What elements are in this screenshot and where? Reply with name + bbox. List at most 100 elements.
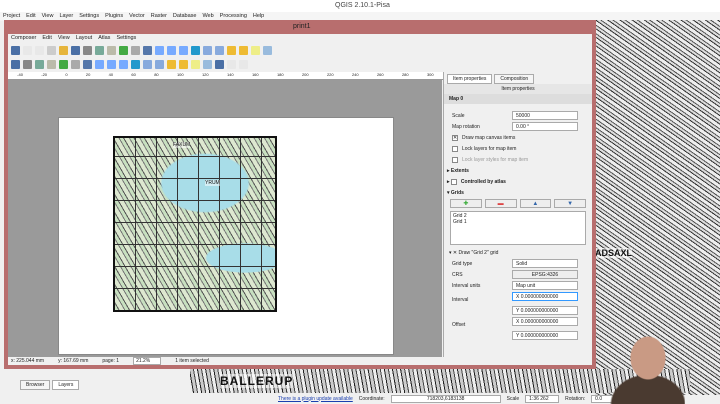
- ruler-tick: -20: [41, 72, 48, 77]
- grid-list[interactable]: Grid 2 Grid 1: [450, 211, 586, 245]
- ruler-tick: 220: [326, 72, 334, 77]
- menu-item[interactable]: Settings: [116, 34, 136, 43]
- grid-type-select[interactable]: Solid: [512, 259, 578, 268]
- menu-item[interactable]: View: [58, 34, 70, 43]
- zoom-select[interactable]: 21.2%: [133, 357, 162, 365]
- toolbar-icon[interactable]: [71, 59, 80, 69]
- ruler-tick: -40: [17, 72, 23, 77]
- composer-title-bar[interactable]: print1: [8, 20, 592, 34]
- toolbar-icon[interactable]: [23, 45, 32, 55]
- toolbar-icon[interactable]: [239, 59, 248, 69]
- menu-item[interactable]: Edit: [42, 34, 51, 43]
- draw-grid-label[interactable]: Draw "Grid 2" grid: [458, 250, 498, 256]
- toolbar-icon[interactable]: [119, 45, 128, 55]
- toolbar-icon[interactable]: [143, 59, 152, 69]
- toolbar-icon[interactable]: [155, 45, 164, 55]
- toolbar-icon[interactable]: [11, 59, 20, 69]
- toolbar-icon[interactable]: [35, 59, 44, 69]
- ruler-tick: 40: [108, 72, 114, 77]
- toolbar-icon[interactable]: [71, 45, 80, 55]
- grids-group[interactable]: ▾ Grids: [444, 187, 592, 198]
- toolbar-icon[interactable]: [203, 59, 212, 69]
- offset-y-input[interactable]: Y 0.000000000000: [512, 331, 578, 340]
- toolbar-icon[interactable]: [215, 45, 224, 55]
- toolbar-icon[interactable]: [251, 45, 260, 55]
- presenter-webcam: [610, 330, 685, 404]
- toolbar-icon[interactable]: [59, 59, 68, 69]
- toolbar-icon[interactable]: [167, 59, 176, 69]
- toolbar-icon[interactable]: [95, 59, 104, 69]
- rotation-label: Map rotation: [452, 123, 480, 130]
- atlas-group[interactable]: ▸ Controlled by atlas: [444, 176, 592, 187]
- list-item[interactable]: Grid 1: [453, 219, 583, 225]
- map-item[interactable]: FAXUM YRUM: [113, 136, 277, 312]
- add-grid-button[interactable]: ✚: [450, 199, 482, 208]
- scale-field[interactable]: 1:36 262: [525, 394, 560, 403]
- toolbar-icon[interactable]: [227, 45, 236, 55]
- scale-label: Scale: [506, 395, 520, 402]
- toolbar-icon[interactable]: [179, 45, 188, 55]
- toolbar-icon[interactable]: [191, 59, 200, 69]
- offset-x-input[interactable]: X 0.000000000000: [512, 317, 578, 326]
- tab-browser[interactable]: Browser: [20, 380, 51, 390]
- draw-canvas-checkbox[interactable]: ✕: [452, 134, 458, 141]
- item-properties-panel: Item properties Composition Item propert…: [443, 72, 592, 357]
- interval-y-input[interactable]: Y 0.000000000000: [512, 306, 578, 315]
- lock-styles-checkbox[interactable]: [452, 156, 458, 163]
- coordinate-field[interactable]: 718203,6183138: [390, 394, 501, 403]
- toolbar-icon[interactable]: [167, 45, 176, 55]
- ruler-tick: 20: [85, 72, 91, 77]
- toolbar-icon[interactable]: [107, 59, 116, 69]
- composer-window: print1 Composer Edit View Layout Atlas Settin…: [4, 20, 596, 369]
- interval-units-label: Interval units: [452, 282, 481, 289]
- interval-x-input[interactable]: X 0.000000000000: [512, 292, 578, 301]
- ruler-tick: 160: [251, 72, 259, 77]
- toolbar-icon[interactable]: [107, 45, 116, 55]
- toolbar-icon[interactable]: [239, 45, 248, 55]
- move-grid-up-button[interactable]: ▲: [519, 199, 552, 208]
- rotation-input[interactable]: 0.00 °: [512, 122, 578, 131]
- toolbar-icon[interactable]: [131, 45, 140, 55]
- composer-title: print1: [293, 23, 311, 30]
- menu-item[interactable]: Atlas: [98, 34, 110, 43]
- ruler-tick: 60: [131, 72, 136, 77]
- toolbar-icon[interactable]: [47, 45, 56, 55]
- toolbar-icon[interactable]: [119, 59, 128, 69]
- toolbar-icon[interactable]: [179, 59, 188, 69]
- toolbar-icon[interactable]: [203, 45, 212, 55]
- atlas-label: Controlled by atlas: [460, 178, 506, 185]
- toolbar-icon[interactable]: [227, 59, 236, 69]
- ruler-tick: 0: [65, 72, 68, 77]
- toolbar-icon[interactable]: [191, 45, 200, 55]
- scale-input[interactable]: 50000: [512, 111, 578, 120]
- toolbar-icon[interactable]: [215, 59, 224, 69]
- menu-item[interactable]: Composer: [11, 34, 36, 43]
- toolbar-icon[interactable]: [83, 59, 92, 69]
- crs-button[interactable]: EPSG:4326: [512, 270, 578, 279]
- composer-canvas[interactable]: FAXUM YRUM: [8, 80, 442, 357]
- ruler-tick: 300: [426, 72, 434, 77]
- toolbar-icon[interactable]: [95, 45, 104, 55]
- ruler-tick: 180: [276, 72, 284, 77]
- toolbar-icon[interactable]: [35, 45, 44, 55]
- plugin-update-link[interactable]: There is a plugin update available: [278, 396, 353, 402]
- menu-item[interactable]: Layout: [76, 34, 93, 43]
- toolbar-icon[interactable]: [263, 45, 272, 55]
- interval-units-select[interactable]: Map unit: [512, 281, 578, 290]
- toolbar-icon[interactable]: [59, 45, 68, 55]
- toolbar-icon[interactable]: [11, 45, 20, 55]
- tab-item-properties[interactable]: Item properties: [447, 74, 493, 84]
- toolbar-icon[interactable]: [143, 45, 152, 55]
- tab-composition[interactable]: Composition: [494, 74, 535, 84]
- toolbar-icon[interactable]: [23, 59, 32, 69]
- toolbar-icon[interactable]: [47, 59, 56, 69]
- toolbar-icon[interactable]: [131, 59, 140, 69]
- toolbar-icon[interactable]: [83, 45, 92, 55]
- extents-group[interactable]: ▸ Extents: [444, 165, 592, 176]
- toolbar-icon[interactable]: [155, 59, 164, 69]
- remove-grid-button[interactable]: ▬: [484, 199, 517, 208]
- lock-layers-checkbox[interactable]: [452, 145, 458, 152]
- ruler-tick: 200: [301, 72, 309, 77]
- tab-layers[interactable]: Layers: [52, 380, 80, 390]
- move-grid-down-button[interactable]: ▼: [554, 199, 586, 208]
